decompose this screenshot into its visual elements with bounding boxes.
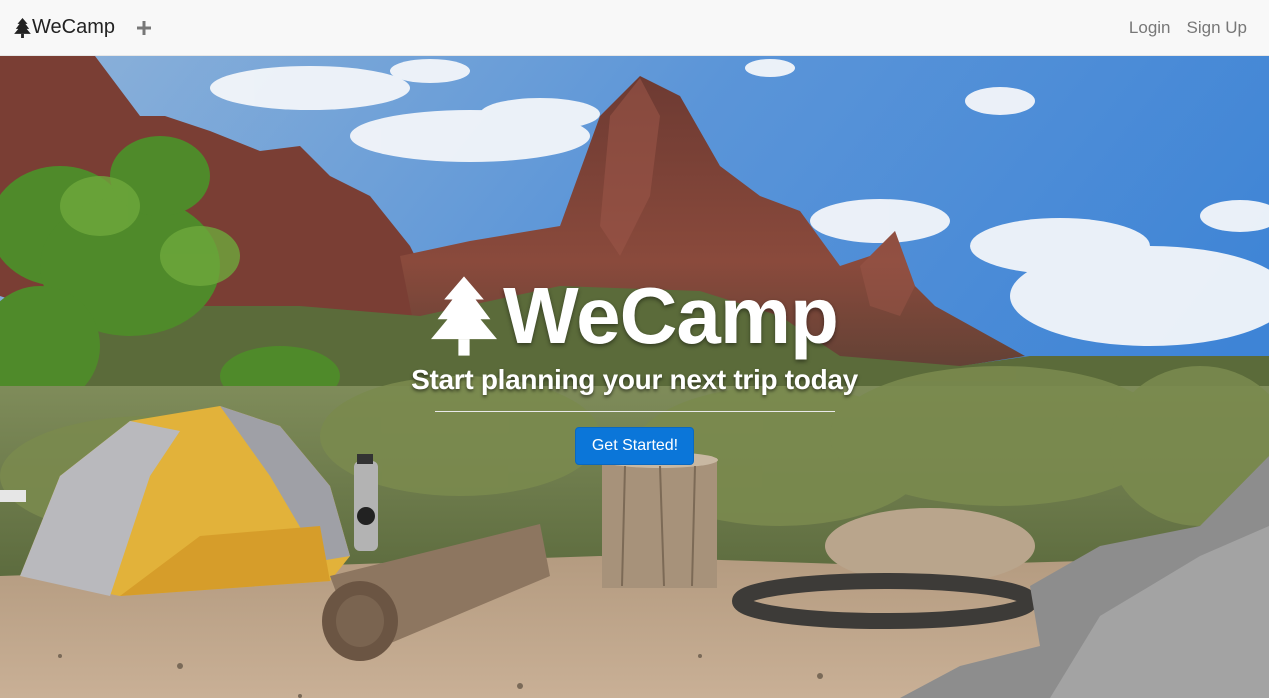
tree-icon (14, 17, 31, 38)
brand-label: WeCamp (32, 16, 115, 38)
hero-title: WeCamp (431, 271, 839, 360)
login-link[interactable]: Login (1129, 18, 1171, 38)
hero-divider (434, 411, 835, 412)
hero-section: WeCamp Start planning your next trip tod… (0, 56, 1269, 698)
hero-title-text: WeCamp (503, 271, 839, 360)
navbar-right: Login Sign Up (1113, 18, 1247, 38)
brand-link[interactable]: WeCamp (14, 16, 115, 39)
hero-content: WeCamp Start planning your next trip tod… (0, 274, 1269, 465)
plus-icon[interactable] (137, 20, 151, 35)
signup-link[interactable]: Sign Up (1187, 18, 1247, 38)
top-navbar: WeCamp Login Sign Up (0, 0, 1269, 56)
tree-icon (431, 276, 498, 356)
navbar-left: WeCamp (0, 0, 151, 55)
get-started-button[interactable]: Get Started! (574, 427, 695, 465)
hero-subtitle: Start planning your next trip today (411, 364, 858, 395)
